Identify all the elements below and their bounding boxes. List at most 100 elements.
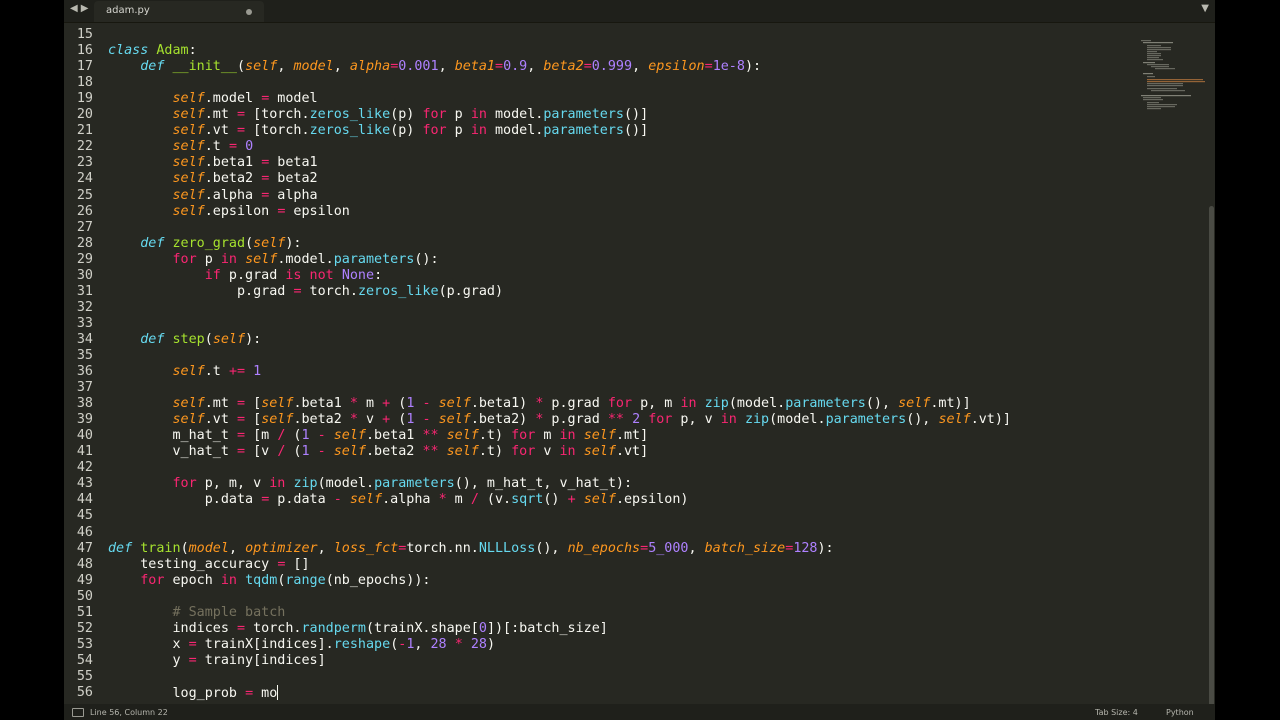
code-token: in (470, 123, 487, 139)
code-token: ** (422, 444, 439, 460)
code-token: for (607, 396, 633, 412)
code-token: def (140, 235, 165, 251)
code-text[interactable]: log_prob = mo (108, 684, 279, 702)
code-text[interactable]: self.t += 1 (108, 364, 262, 380)
code-token: x (108, 636, 189, 652)
code-token: ( (245, 235, 254, 251)
line-number: 47 (76, 540, 93, 556)
tab-adam-py[interactable]: adam.py (94, 1, 264, 22)
code-token: .epsilon) (615, 492, 689, 508)
code-text[interactable]: def step(self): (108, 332, 261, 348)
code-text[interactable]: for p, m, v in zip(model.parameters(), m… (108, 476, 633, 492)
code-text[interactable]: self.t = 0 (108, 139, 254, 155)
line-number: 41 (76, 444, 93, 460)
code-token: for (648, 412, 673, 428)
code-token: model (269, 91, 318, 107)
code-token: 1e-8 (712, 59, 745, 75)
code-text[interactable]: def zero_grad(self): (108, 235, 301, 252)
code-token: for (422, 107, 447, 123)
code-token: [ (245, 396, 262, 412)
code-token: self (212, 331, 246, 347)
code-token: .beta1 (204, 155, 262, 171)
arrow-left-icon[interactable]: ◀ (70, 3, 81, 14)
code-token: 1 (301, 444, 310, 460)
code-text[interactable]: class Adam: (108, 43, 197, 59)
code-text[interactable]: self.beta1 = beta1 (108, 155, 318, 171)
line-number: 31 (76, 283, 93, 299)
code-text[interactable]: testing_accuracy = [] (108, 556, 310, 573)
code-text[interactable]: y = trainy[indices] (108, 652, 325, 669)
code-token: [] (285, 556, 310, 572)
code-text[interactable]: m_hat_t = [m / (1 - self.beta1 ** self.t… (108, 428, 648, 444)
code-token: self (172, 171, 205, 187)
code-text[interactable]: for epoch in tqdm(range(nb_epochs)): (108, 572, 430, 589)
code-token: = (188, 652, 197, 668)
code-text[interactable]: def __init__(self, model, alpha = 0.001, b… (108, 59, 761, 75)
code-token: (model. (769, 412, 826, 428)
code-text[interactable]: self.vt = [torch.zeros_like(p) for p in … (108, 123, 649, 139)
status-panel-icon[interactable] (72, 708, 84, 717)
code-text[interactable]: for p in self.model.parameters(): (108, 252, 439, 268)
line-number: 43 (76, 476, 93, 492)
code-token: m (357, 396, 383, 412)
line-number: 50 (76, 588, 93, 604)
line-number: 23 (76, 155, 93, 171)
code-text[interactable]: self.vt = [self.beta2 * v + (1 - self.be… (108, 412, 1012, 428)
code-text[interactable]: # Sample batch (108, 605, 286, 621)
vertical-scrollbar[interactable] (1209, 206, 1214, 704)
code-token: .mt)] (930, 396, 971, 412)
code-editor[interactable]: 141516class Adam:17 def __init__(self, m… (64, 22, 1215, 704)
tab-bar: ◀▶ adam.py ▼ (64, 0, 1215, 23)
code-token: .model. (277, 251, 334, 267)
code-token: ): (817, 540, 834, 556)
code-text[interactable]: def train(model, optimizer, loss_fct = tor… (108, 541, 834, 557)
code-token: reshape (333, 636, 391, 652)
code-token: .beta1 (293, 396, 350, 412)
code-text[interactable]: if p.grad is not None: (108, 268, 382, 284)
code-token: ( (285, 428, 302, 444)
code-token: .t (204, 139, 229, 155)
minimap[interactable] (1137, 38, 1207, 118)
arrow-right-icon[interactable]: ▶ (81, 3, 92, 14)
chevron-down-icon[interactable]: ▼ (1201, 3, 1209, 14)
code-token: in (220, 572, 237, 588)
code-text[interactable]: self.mt = [self.beta1 * m + (1 - self.be… (108, 396, 971, 412)
code-text[interactable]: x = trainX[indices].reshape(-1, 28 * 28) (108, 637, 495, 653)
code-token: zip (704, 396, 729, 412)
code-text[interactable]: self.mt = [torch.zeros_like(p) for p in … (108, 107, 649, 123)
code-token: .vt (204, 412, 237, 428)
code-text[interactable]: self.alpha = alpha (108, 188, 318, 204)
unsaved-dot-icon[interactable] (246, 9, 252, 15)
code-token: self (172, 187, 205, 203)
code-text[interactable]: self.beta2 = beta2 (108, 171, 318, 187)
code-token: epsilon (285, 203, 350, 219)
code-text[interactable]: self.epsilon = epsilon (108, 204, 350, 220)
syntax-selector[interactable]: Python (1166, 708, 1194, 717)
code-token: ( (237, 59, 246, 75)
code-text[interactable]: v_hat_t = [v / (1 - self.beta2 ** self.t… (108, 444, 648, 460)
line-number: 15 (76, 27, 93, 43)
code-token: p, v (672, 412, 721, 428)
code-token: .beta2 (204, 171, 262, 187)
code-token: - (333, 492, 342, 508)
code-token: 0 (478, 620, 487, 636)
line-number: 53 (76, 636, 93, 652)
code-text[interactable]: indices = torch.randperm(trainX.shape[0]… (108, 620, 607, 637)
code-text[interactable]: self.model = model (108, 91, 318, 107)
line-number: 29 (76, 251, 93, 267)
code-token: .t) (478, 444, 512, 460)
code-token: [torch. (245, 107, 310, 123)
code-text[interactable]: p.grad = torch.zeros_like(p.grad) (108, 284, 503, 300)
tab-size-selector[interactable]: Tab Size: 4 (1095, 708, 1138, 717)
code-token: p.grad (543, 396, 608, 412)
line-number: 55 (76, 668, 93, 684)
code-text[interactable]: p.data = p.data - self.alpha * m / (v.sq… (108, 492, 689, 508)
code-token: = (237, 444, 246, 460)
